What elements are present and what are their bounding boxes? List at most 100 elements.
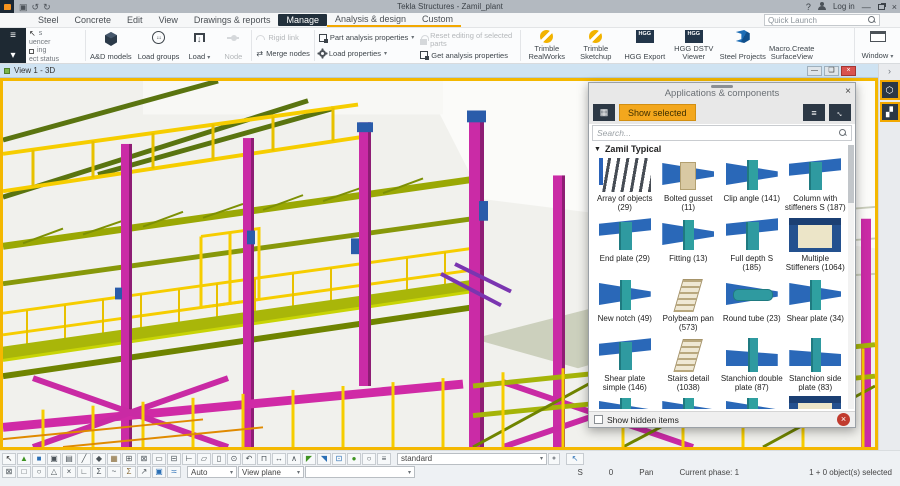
view-minimize-icon[interactable]: —: [807, 66, 822, 76]
component-search-input[interactable]: Search...: [592, 125, 852, 141]
tab-analysis-design[interactable]: Analysis & design: [327, 13, 414, 25]
component-item[interactable]: End plate (29): [593, 216, 657, 276]
smart-select-icon[interactable]: ○: [362, 453, 376, 465]
component-item[interactable]: Bolted gusset (11): [657, 156, 721, 216]
component-item[interactable]: Round tube (23): [720, 276, 784, 336]
select-welds-icon[interactable]: ⊠: [137, 453, 151, 465]
select-parts-icon[interactable]: ■: [32, 453, 46, 465]
select-single-bolts-icon[interactable]: ⊙: [227, 453, 241, 465]
menu-icon[interactable]: ≡: [10, 31, 16, 40]
hgg-dstv-viewer-button[interactable]: HGG HGG DSTV Viewer: [669, 28, 718, 63]
view-close-icon[interactable]: ×: [841, 66, 856, 76]
load-button[interactable]: Load ▾: [182, 28, 216, 63]
part-analysis-properties-button[interactable]: Part analysis properties ▾: [319, 33, 414, 42]
select-bars-icon[interactable]: ▯: [212, 453, 226, 465]
collapse-group-icon[interactable]: ▼: [594, 146, 601, 153]
group-header-zamil-typical[interactable]: ▼ Zamil Typical: [589, 142, 855, 156]
close-icon[interactable]: ×: [892, 2, 897, 12]
select-cut-parts-icon[interactable]: ▭: [152, 453, 166, 465]
quick-launch-input[interactable]: Quick Launch: [764, 14, 880, 26]
snap-points-icon[interactable]: ⊠: [2, 466, 16, 478]
component-item[interactable]: Array of objects (29): [593, 156, 657, 216]
restore-icon[interactable]: [878, 4, 885, 10]
applications-pane-button[interactable]: ⬡: [880, 80, 900, 100]
snap-mode-combo[interactable]: Auto▾: [187, 466, 237, 478]
tab-concrete[interactable]: Concrete: [67, 14, 120, 26]
help-icon[interactable]: ?: [806, 2, 811, 12]
hgg-export-button[interactable]: HGG HGG Export: [620, 28, 669, 63]
select-objects-in-assemblies-icon[interactable]: ◥: [317, 453, 331, 465]
work-plane-combo[interactable]: View plane▾: [238, 466, 304, 478]
select-braces-icon[interactable]: ∧: [287, 453, 301, 465]
close-panel-red-icon[interactable]: ×: [837, 413, 850, 426]
snap-center-points-icon[interactable]: ○: [32, 466, 46, 478]
tab-custom[interactable]: Custom: [414, 13, 461, 25]
select-reinforcement-icon[interactable]: ↶: [242, 453, 256, 465]
select-points-icon[interactable]: ▤: [62, 453, 76, 465]
select-snapshot-icon[interactable]: ⊡: [332, 453, 346, 465]
relative-coords-icon[interactable]: ≍: [167, 466, 181, 478]
snap-any-position-icon[interactable]: Σ: [122, 466, 136, 478]
component-item[interactable]: Polybeam pan (573): [657, 276, 721, 336]
select-plates-icon[interactable]: ▱: [197, 453, 211, 465]
tab-drawings-reports[interactable]: Drawings & reports: [186, 14, 279, 26]
select-grid-lines-icon[interactable]: ⊞: [122, 453, 136, 465]
component-item[interactable]: Multiple Stiffeners (1064): [784, 216, 848, 276]
tab-manage[interactable]: Manage: [278, 14, 327, 26]
expand-panel-icon[interactable]: ↔: [829, 104, 851, 121]
merge-nodes-button[interactable]: ⇄ Merge nodes: [256, 49, 309, 58]
ortho-toggle-icon[interactable]: ▣: [152, 466, 166, 478]
snap-intersections-icon[interactable]: ×: [62, 466, 76, 478]
tekla-logo-icon[interactable]: [0, 0, 14, 13]
select-cursor-icon[interactable]: ↖: [566, 453, 584, 465]
select-fittings-icon[interactable]: ⊢: [182, 453, 196, 465]
select-grids-icon[interactable]: ▦: [107, 453, 121, 465]
component-item[interactable]: Shear plate (34): [784, 276, 848, 336]
panel-header[interactable]: Applications & components ×: [589, 83, 855, 101]
redo-icon[interactable]: ↻: [43, 2, 51, 12]
thumbnails-view-icon[interactable]: ▦: [593, 104, 615, 121]
view-restore-icon[interactable]: ❑: [824, 66, 839, 76]
aed-models-button[interactable]: A&D models: [87, 28, 135, 63]
component-item[interactable]: New notch (49): [593, 276, 657, 336]
select-loads-icon[interactable]: ⊓: [257, 453, 271, 465]
component-item[interactable]: Fitting (13): [657, 216, 721, 276]
select-objects-in-components-icon[interactable]: ◤: [302, 453, 316, 465]
window-group-button[interactable]: Window ▾: [854, 28, 900, 63]
phase-combo[interactable]: ▾: [305, 466, 415, 478]
component-item[interactable]: Shear plate simple (146): [593, 336, 657, 396]
component-item[interactable]: Clip angle (141): [720, 156, 784, 216]
snap-nearest-points-icon[interactable]: ~: [107, 466, 121, 478]
show-hidden-items-checkbox[interactable]: [594, 415, 603, 424]
snap-midpoints-icon[interactable]: △: [47, 466, 61, 478]
load-groups-button[interactable]: ↓↓↓ Load groups: [135, 28, 183, 63]
chevron-right-icon[interactable]: ›: [888, 64, 891, 78]
trimble-sketchup-button[interactable]: Trimble Sketchup: [571, 28, 620, 63]
list-view-icon[interactable]: ≡: [803, 104, 825, 121]
component-item[interactable]: Stanchion side plate (83): [784, 336, 848, 396]
select-lines-icon[interactable]: ╱: [77, 453, 91, 465]
panel-close-icon[interactable]: ×: [845, 86, 851, 97]
component-item[interactable]: Column with stiffeners S (187): [784, 156, 848, 216]
panel-scrollbar[interactable]: [848, 145, 854, 409]
select-planes-icon[interactable]: ◆: [92, 453, 106, 465]
drag-and-drop-icon[interactable]: ●: [347, 453, 361, 465]
snap-line-extensions-icon[interactable]: Σ: [92, 466, 106, 478]
undo-icon[interactable]: ↺: [32, 2, 40, 12]
collapse-ribbon-icon[interactable]: ▾: [10, 51, 15, 60]
component-item[interactable]: Full depth S (185): [720, 216, 784, 276]
steel-projects-button[interactable]: Steel Projects: [718, 28, 767, 63]
tab-steel[interactable]: Steel: [30, 14, 67, 26]
tab-view[interactable]: View: [151, 14, 186, 26]
select-components-icon[interactable]: ▲: [17, 453, 31, 465]
components-pane-button[interactable]: ▞: [880, 102, 900, 122]
view-tab-label[interactable]: View 1 - 3D: [14, 66, 55, 75]
user-icon[interactable]: [818, 2, 826, 11]
select-views-icon[interactable]: ⊟: [167, 453, 181, 465]
component-item[interactable]: Stanchion double plate (87): [720, 336, 784, 396]
snap-end-points-icon[interactable]: □: [17, 466, 31, 478]
select-all-icon[interactable]: ↖: [2, 453, 16, 465]
macro-createsurfaceview-button[interactable]: Macro.CreateSurfaceView: [767, 28, 816, 63]
snap-perpendicular-icon[interactable]: ∟: [77, 466, 91, 478]
selection-filter-combo[interactable]: standard▾: [397, 453, 547, 465]
